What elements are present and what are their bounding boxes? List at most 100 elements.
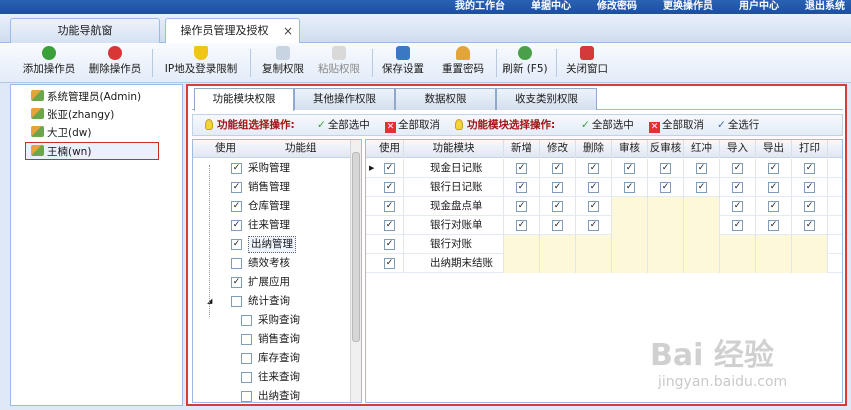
top-nav-exit[interactable]: 退出系统 (805, 0, 845, 14)
group-checkbox[interactable] (241, 391, 252, 402)
permission-cell[interactable]: ✓ (648, 159, 684, 178)
permission-cell[interactable]: ✓ (792, 197, 828, 216)
permission-checkbox[interactable]: ✓ (732, 163, 743, 174)
permission-cell[interactable]: ✓ (720, 216, 756, 235)
module-row[interactable]: ✓ 银行对账 (366, 235, 842, 254)
reset-password-button[interactable]: 重置密码 (436, 45, 490, 81)
permission-cell[interactable] (684, 197, 720, 216)
permission-checkbox[interactable]: ✓ (768, 163, 779, 174)
permission-checkbox[interactable]: ✓ (768, 220, 779, 231)
group-checkbox[interactable] (231, 296, 242, 307)
permission-cell[interactable] (612, 254, 648, 273)
permission-checkbox[interactable]: ✓ (660, 163, 671, 174)
permission-cell[interactable] (792, 235, 828, 254)
tab-category-permissions[interactable]: 收支类别权限 (496, 88, 597, 110)
permission-cell[interactable]: ✓ (720, 178, 756, 197)
permission-cell[interactable]: ✓ (540, 197, 576, 216)
permission-checkbox[interactable]: ✓ (768, 201, 779, 212)
permission-checkbox[interactable]: ✓ (516, 201, 527, 212)
permission-cell[interactable]: ✓ (756, 197, 792, 216)
group-tree-child-row[interactable]: 出纳查询 (193, 387, 351, 402)
close-window-button[interactable]: 关闭窗口 (562, 45, 612, 81)
permission-cell[interactable]: ✓ (576, 178, 612, 197)
group-checkbox[interactable]: ✓ (231, 277, 242, 288)
tab-other-permissions[interactable]: 其他操作权限 (294, 88, 395, 110)
paste-permissions-button[interactable]: 粘贴权限 (314, 45, 364, 81)
permission-checkbox[interactable]: ✓ (552, 182, 563, 193)
operator-item-selected[interactable]: 王楠(wn) (25, 142, 159, 160)
operator-item[interactable]: 大卫(dw) (31, 124, 91, 142)
permission-cell[interactable]: ✓ (720, 197, 756, 216)
permission-cell[interactable]: ✓ (684, 178, 720, 197)
permission-cell[interactable] (648, 254, 684, 273)
permission-cell[interactable]: ✓ (504, 197, 540, 216)
permission-cell[interactable] (684, 254, 720, 273)
group-checkbox[interactable]: ✓ (231, 201, 242, 212)
permission-checkbox[interactable]: ✓ (732, 201, 743, 212)
permission-checkbox[interactable]: ✓ (516, 220, 527, 231)
permission-cell[interactable] (612, 235, 648, 254)
group-checkbox[interactable] (241, 334, 252, 345)
permission-cell[interactable]: ✓ (504, 159, 540, 178)
permission-cell[interactable] (720, 235, 756, 254)
permission-cell[interactable] (504, 235, 540, 254)
permission-cell[interactable]: ✓ (720, 159, 756, 178)
permission-cell[interactable]: ✓ (540, 159, 576, 178)
module-use-checkbox[interactable]: ✓ (384, 258, 395, 269)
module-row[interactable]: ✓ 银行日记账 ✓ ✓ ✓ ✓ ✓ ✓ ✓ ✓ ✓ (366, 178, 842, 197)
permission-cell[interactable]: ✓ (540, 178, 576, 197)
group-tree-row[interactable]: ✓ 采购管理 (193, 159, 351, 178)
module-use-checkbox[interactable]: ✓ (384, 182, 395, 193)
permission-cell[interactable]: ✓ (756, 216, 792, 235)
permission-checkbox[interactable]: ✓ (624, 163, 635, 174)
refresh-button[interactable]: 刷新 (F5) (502, 45, 548, 81)
permission-cell[interactable] (648, 197, 684, 216)
permission-cell[interactable]: ✓ (792, 216, 828, 235)
permission-checkbox[interactable]: ✓ (732, 220, 743, 231)
group-tree-row[interactable]: ✓ 扩展应用 (193, 273, 351, 292)
permission-cell[interactable]: ✓ (540, 216, 576, 235)
group-tree-child-row[interactable]: 采购查询 (193, 311, 351, 330)
permission-checkbox[interactable]: ✓ (552, 220, 563, 231)
module-row[interactable]: ▶ ✓ 现金日记账 ✓ ✓ ✓ ✓ ✓ ✓ ✓ ✓ ✓ (366, 159, 842, 178)
module-use-checkbox[interactable]: ✓ (384, 220, 395, 231)
permission-cell[interactable] (648, 235, 684, 254)
permission-cell[interactable] (612, 216, 648, 235)
vertical-scrollbar[interactable] (350, 140, 361, 402)
permission-cell[interactable]: ✓ (756, 178, 792, 197)
permission-cell[interactable]: ✓ (612, 178, 648, 197)
module-select-all-button[interactable]: ✓ 全部选中 (581, 115, 634, 135)
permission-cell[interactable]: ✓ (684, 159, 720, 178)
module-use-checkbox[interactable]: ✓ (384, 201, 395, 212)
group-checkbox[interactable] (241, 372, 252, 383)
permission-cell[interactable] (792, 254, 828, 273)
ip-login-limit-button[interactable]: IP地及登录限制 (158, 45, 244, 81)
save-settings-button[interactable]: 保存设置 (378, 45, 428, 81)
permission-cell[interactable] (576, 254, 612, 273)
permission-checkbox[interactable]: ✓ (768, 182, 779, 193)
group-checkbox[interactable]: ✓ (231, 220, 242, 231)
select-row-button[interactable]: ✓ 全选行 (717, 115, 759, 135)
permission-checkbox[interactable]: ✓ (732, 182, 743, 193)
permission-cell[interactable]: ✓ (576, 159, 612, 178)
group-tree-row[interactable]: 绩效考核 (193, 254, 351, 273)
permission-cell[interactable] (576, 235, 612, 254)
top-nav-documents[interactable]: 单据中心 (531, 0, 571, 14)
permission-checkbox[interactable]: ✓ (804, 182, 815, 193)
permission-checkbox[interactable]: ✓ (588, 201, 599, 212)
module-row[interactable]: ✓ 现金盘点单 ✓ ✓ ✓ ✓ ✓ ✓ (366, 197, 842, 216)
permission-cell[interactable]: ✓ (576, 216, 612, 235)
permission-cell[interactable]: ✓ (648, 178, 684, 197)
permission-cell[interactable] (648, 216, 684, 235)
module-row[interactable]: ✓ 出纳期末结账 (366, 254, 842, 273)
top-nav-user-center[interactable]: 用户中心 (739, 0, 779, 14)
tab-data-permissions[interactable]: 数据权限 (395, 88, 496, 110)
permission-checkbox[interactable]: ✓ (696, 163, 707, 174)
group-tree-row[interactable]: ✓ 往来管理 (193, 216, 351, 235)
permission-checkbox[interactable]: ✓ (588, 220, 599, 231)
group-tree-row[interactable]: ✓ 出纳管理 (193, 235, 351, 254)
permission-cell[interactable] (540, 254, 576, 273)
permission-cell[interactable]: ✓ (576, 197, 612, 216)
module-row[interactable]: ✓ 银行对账单 ✓ ✓ ✓ ✓ ✓ ✓ (366, 216, 842, 235)
copy-permissions-button[interactable]: 复制权限 (258, 45, 308, 81)
